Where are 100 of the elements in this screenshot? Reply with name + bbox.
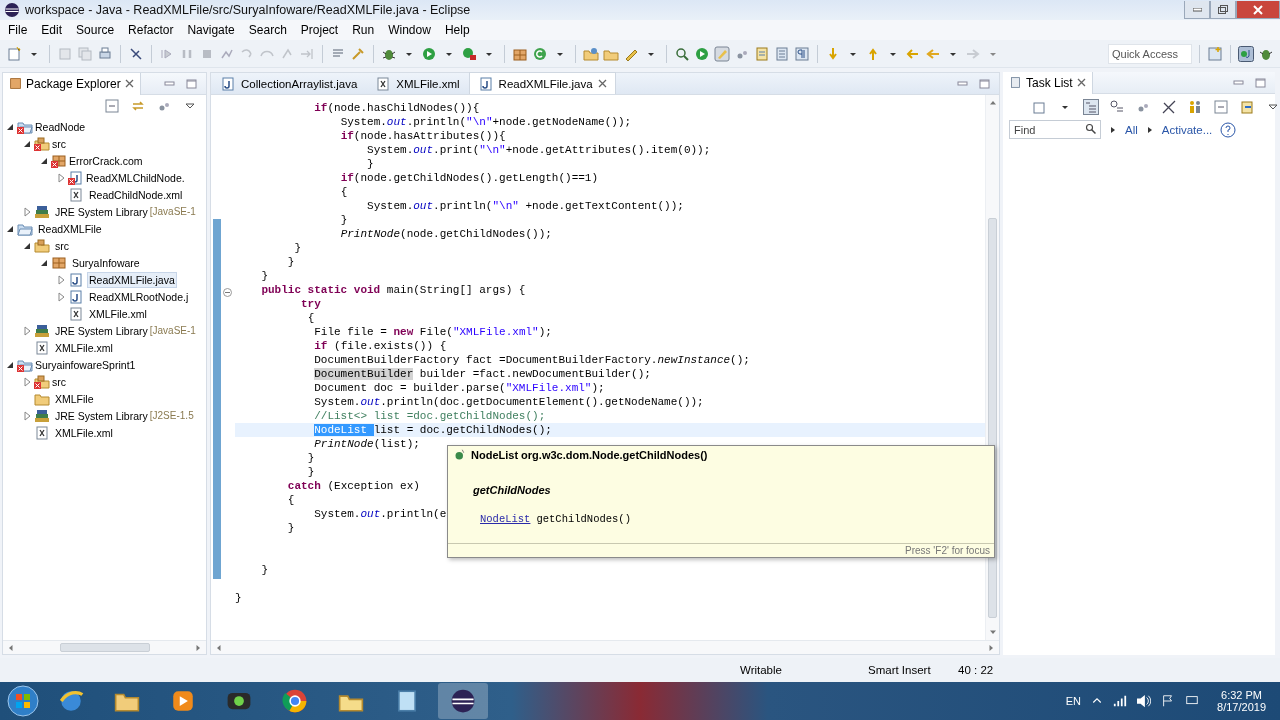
tree-item-decoration: [JavaSE-1 xyxy=(149,325,196,336)
collapsed-arrow-icon[interactable] xyxy=(22,410,32,421)
tree-item[interactable]: XMLFile.xml xyxy=(53,424,115,441)
menu-item[interactable]: Window xyxy=(382,23,439,37)
tree-item[interactable]: ReadXMLFile xyxy=(36,220,104,237)
collapsed-arrow-icon[interactable] xyxy=(56,291,66,302)
xml-file-icon xyxy=(34,424,50,441)
minimize-icon[interactable] xyxy=(957,78,969,89)
task-link[interactable]: All xyxy=(1125,123,1138,136)
maximize-icon[interactable] xyxy=(186,78,198,89)
tree-item[interactable]: XMLFile xyxy=(53,390,96,407)
document-icon[interactable] xyxy=(754,45,770,62)
print-icon[interactable] xyxy=(97,45,113,62)
open-type-icon[interactable] xyxy=(583,45,599,62)
help-icon[interactable] xyxy=(1220,121,1237,138)
tree-item[interactable]: src xyxy=(50,135,68,152)
package-explorer-tab[interactable]: Package Explorer xyxy=(3,72,141,95)
tree-item[interactable]: ReadXMLRootNode.j xyxy=(87,288,191,305)
close-icon[interactable] xyxy=(1076,78,1086,87)
close-icon[interactable] xyxy=(597,79,607,88)
method-declaration: getChildNodes() xyxy=(536,513,631,525)
collapsed-arrow-icon[interactable] xyxy=(56,274,66,285)
menu-item[interactable]: Refactor xyxy=(122,23,182,37)
tree-item[interactable]: ReadChildNode.xml xyxy=(87,186,185,203)
tree-item[interactable]: SuryaInfoware xyxy=(70,254,142,271)
scheduled-icon[interactable] xyxy=(1109,99,1125,115)
menu-item[interactable]: Navigate xyxy=(181,23,243,37)
collapsed-arrow-icon[interactable] xyxy=(56,172,66,183)
minimize-icon[interactable] xyxy=(1233,77,1245,88)
java-perspective-icon[interactable] xyxy=(1238,45,1254,62)
task-link[interactable]: Activate... xyxy=(1161,123,1213,136)
scroll-left-icon xyxy=(7,643,15,652)
open-perspective-icon[interactable] xyxy=(1207,45,1223,62)
tree-item[interactable]: XMLFile.xml xyxy=(87,305,149,322)
editor-tab[interactable]: XMLFile.xml xyxy=(366,72,469,94)
run-icon[interactable] xyxy=(694,45,710,62)
tree-item[interactable]: JRE System Library xyxy=(53,407,150,424)
type-link[interactable]: NodeList xyxy=(480,513,531,525)
editor-tab[interactable]: ReadXMLFile.java xyxy=(468,72,616,94)
books-icon xyxy=(34,203,50,220)
tree-item[interactable]: ErrorCrack.com xyxy=(67,152,145,169)
tree-item[interactable]: XMLFile.xml xyxy=(53,339,115,356)
new-task-icon[interactable] xyxy=(1031,99,1047,115)
page-icon[interactable] xyxy=(774,45,790,62)
menu-item[interactable]: Run xyxy=(346,23,383,37)
menu-item[interactable]: Project xyxy=(294,23,347,37)
taskbar-button[interactable] xyxy=(438,683,488,719)
crossed-line-icon[interactable] xyxy=(1161,99,1177,115)
minimize-icon xyxy=(1192,7,1202,12)
tree-item[interactable]: ReadXMLChildNode. xyxy=(84,169,187,186)
tree-item[interactable]: ReadNode xyxy=(33,118,88,135)
menu-item[interactable]: Edit xyxy=(35,23,71,37)
editor-tab[interactable]: CollectionArraylist.java xyxy=(211,72,367,94)
code-line: DocumentBuilder builder =fact.newDocumentBuilder(); xyxy=(313,368,651,380)
code-line: { xyxy=(286,494,295,506)
find-field[interactable]: Find xyxy=(1009,120,1101,139)
quick-access-field[interactable]: Quick Access xyxy=(1108,43,1192,64)
run-icon[interactable] xyxy=(421,45,437,62)
scroll-right-icon xyxy=(194,643,202,652)
new-class-icon[interactable] xyxy=(532,45,548,62)
run-tools-icon[interactable] xyxy=(461,45,477,62)
collapsed-arrow-icon[interactable] xyxy=(22,325,32,336)
menu-item[interactable]: Source xyxy=(70,23,123,37)
tree-item[interactable]: ReadXMLFile.java xyxy=(87,271,177,288)
focus-hint: Press 'F2' for focus xyxy=(905,545,990,556)
maximize-button[interactable] xyxy=(1210,1,1236,19)
view-title: Package Explorer xyxy=(26,76,121,91)
language-indicator[interactable]: EN xyxy=(1065,695,1082,707)
scrollbar-thumb[interactable] xyxy=(59,643,150,652)
tree-item[interactable]: src xyxy=(53,237,71,254)
tree-item[interactable]: SuryainfowareSprint1 xyxy=(33,356,138,373)
tree-item[interactable]: JRE System Library xyxy=(53,203,150,220)
start-button[interactable] xyxy=(6,684,40,718)
code-line: NodeList list = doc.getChildNodes(); xyxy=(313,424,552,436)
collapsed-arrow-icon[interactable] xyxy=(22,376,32,387)
tree-item[interactable]: JRE System Library xyxy=(53,322,150,339)
menu-item[interactable]: File xyxy=(2,23,36,37)
menu-item[interactable]: Help xyxy=(438,23,478,37)
search-icon[interactable] xyxy=(674,45,690,62)
maximize-icon[interactable] xyxy=(1255,77,1267,88)
code-line: PrintNode(list); xyxy=(313,438,420,450)
pilcrow-icon[interactable] xyxy=(794,45,810,62)
maximize-icon[interactable] xyxy=(979,78,991,89)
menu-item[interactable]: Search xyxy=(242,23,295,37)
collapse-all-icon[interactable] xyxy=(104,98,120,114)
collapsed-arrow-icon[interactable] xyxy=(22,206,32,217)
method-icon xyxy=(454,449,466,461)
categorized-icon[interactable] xyxy=(1083,99,1099,115)
minimize-icon[interactable] xyxy=(164,78,176,89)
task-list-tab[interactable]: Task List xyxy=(1003,71,1093,94)
highlighter-icon[interactable] xyxy=(714,45,730,62)
collapse-all-icon[interactable] xyxy=(1213,99,1229,115)
scroll-down-icon xyxy=(988,628,997,636)
tab-label: CollectionArraylist.java xyxy=(241,77,358,90)
new-file-icon[interactable] xyxy=(6,45,22,62)
fold-icon[interactable] xyxy=(223,288,232,297)
close-icon[interactable] xyxy=(124,79,134,88)
close-button[interactable] xyxy=(1236,1,1280,19)
tree-item[interactable]: src xyxy=(50,373,68,390)
scroll-left-icon xyxy=(215,643,223,652)
